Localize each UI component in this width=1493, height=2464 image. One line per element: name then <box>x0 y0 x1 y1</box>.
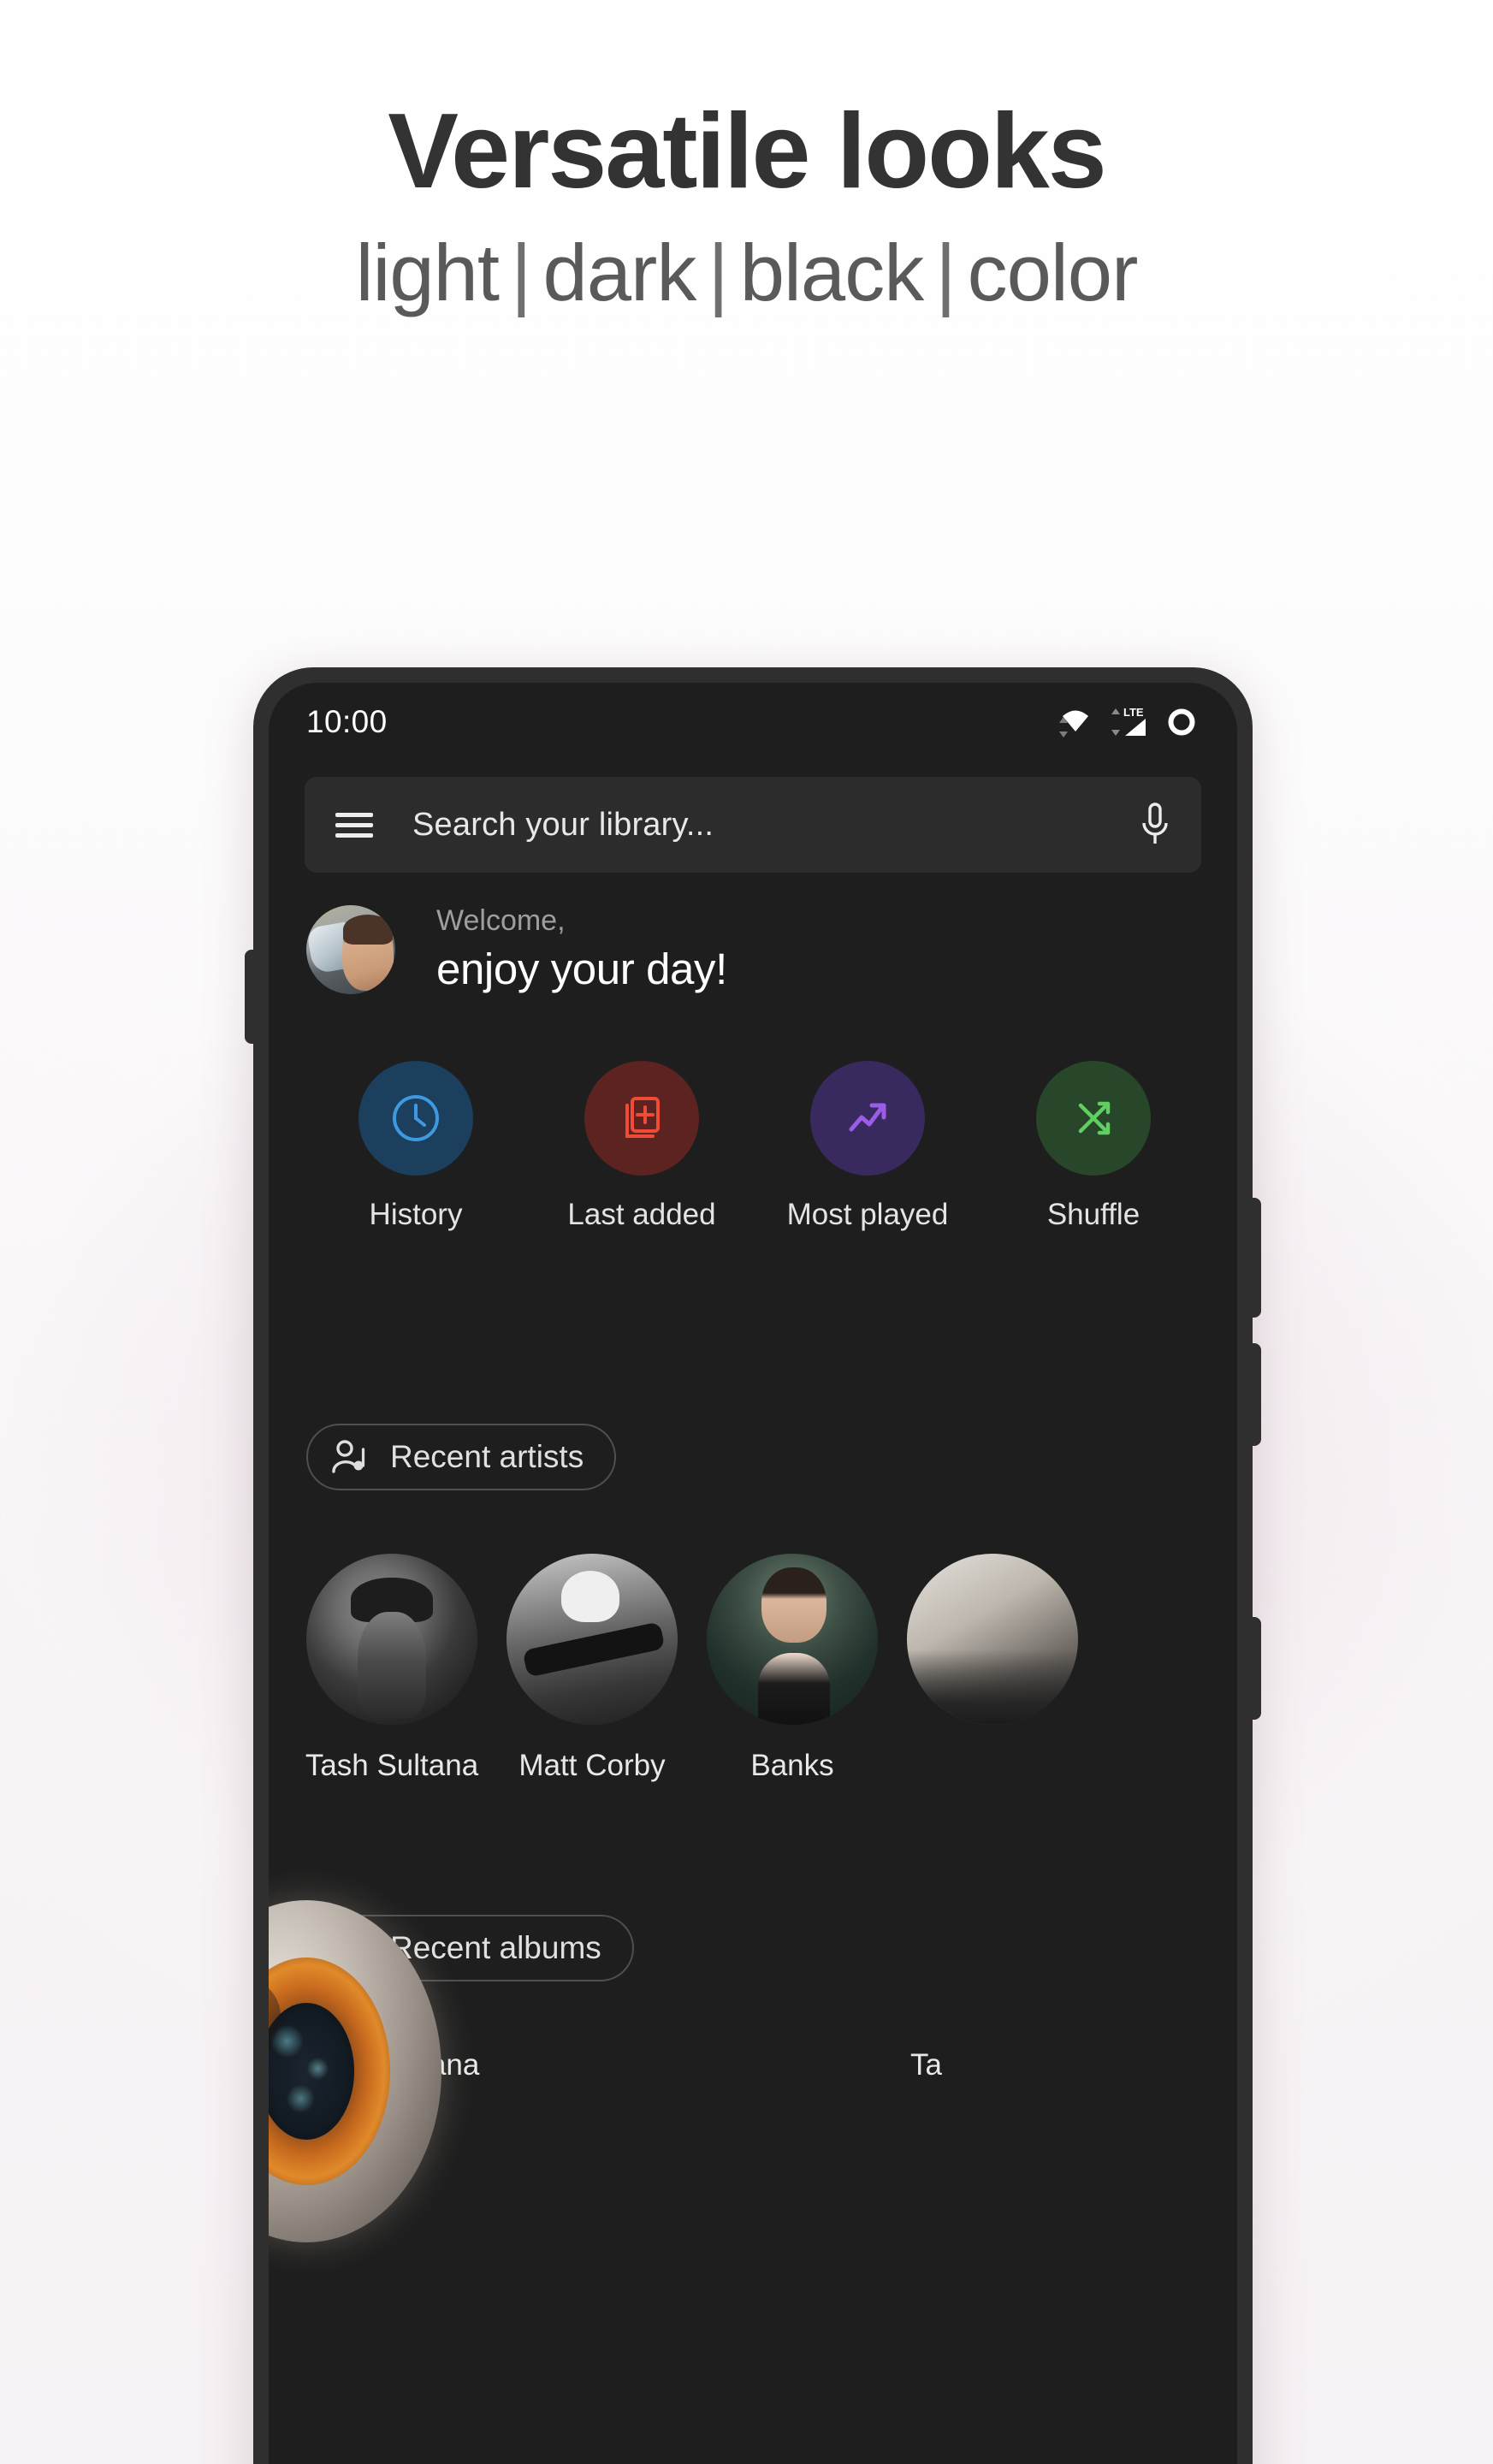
avatar[interactable] <box>306 905 395 995</box>
quick-action-last-added[interactable]: Last added <box>548 1061 736 1232</box>
artist-photo[interactable] <box>306 1554 477 1725</box>
phone-power-button[interactable] <box>1251 1198 1261 1318</box>
most-played-circle[interactable] <box>810 1061 925 1176</box>
quick-action-label: Shuffle <box>1046 1198 1140 1231</box>
phone-left-button[interactable] <box>245 950 255 1044</box>
separator-3: | <box>935 228 956 318</box>
artist-card-partial[interactable] <box>907 1554 1078 1783</box>
quick-actions: History Last added Most played Shuffle <box>306 1061 1203 1232</box>
promo-headline-block: Versatile looks light | dark | black | color <box>0 96 1493 317</box>
shuffle-circle[interactable] <box>1036 1061 1151 1176</box>
status-bar: 10:00 LTE <box>269 683 1237 761</box>
status-time: 10:00 <box>306 704 388 739</box>
artist-name: Tash Sultana <box>305 1749 479 1782</box>
microphone-icon[interactable] <box>1138 801 1172 849</box>
page-title: Versatile looks <box>388 92 1106 210</box>
trending-up-icon <box>849 1103 886 1132</box>
quick-action-history[interactable]: History <box>322 1061 510 1232</box>
history-circle[interactable] <box>358 1061 473 1176</box>
search-bar[interactable]: Search your library... <box>305 777 1201 873</box>
last-added-circle[interactable] <box>584 1061 699 1176</box>
theme-black: black <box>739 228 924 318</box>
artist-photo[interactable] <box>707 1554 878 1725</box>
album-card-partial[interactable]: Ta <box>910 2048 1237 2082</box>
phone-volume-up-button[interactable] <box>1251 1343 1261 1446</box>
album-card[interactable]: Tash Sultana <box>269 1899 886 2242</box>
search-input[interactable]: Search your library... <box>412 807 1138 844</box>
theme-dark: dark <box>542 228 696 318</box>
svg-text:LTE: LTE <box>1123 706 1144 719</box>
welcome-text: Welcome, enjoy your day! <box>436 903 727 997</box>
artist-photo[interactable] <box>507 1554 678 1725</box>
artist-card[interactable]: Banks <box>707 1554 878 1783</box>
shuffle-icon <box>1078 1101 1111 1135</box>
hamburger-menu-icon[interactable] <box>335 812 373 838</box>
quick-action-label: Most played <box>786 1198 949 1231</box>
recent-artists-row[interactable]: Tash Sultana Matt Corby Banks <box>305 1554 1237 1783</box>
lte-signal-icon: LTE <box>1111 706 1146 736</box>
artist-card[interactable]: Tash Sultana <box>305 1554 479 1783</box>
welcome-greeting: Welcome, <box>436 904 566 937</box>
artist-name: Matt Corby <box>518 1749 666 1782</box>
welcome-message: enjoy your day! <box>436 944 727 993</box>
theme-list: light | dark | black | color <box>0 228 1493 317</box>
section-label: Recent artists <box>390 1439 584 1474</box>
album-title: Ta <box>910 2048 942 2082</box>
person-music-icon <box>332 1440 365 1473</box>
phone-mockup: 10:00 LTE Search your library... Welcome… <box>245 667 1261 2464</box>
quick-action-most-played[interactable]: Most played <box>773 1061 962 1232</box>
separator-2: | <box>708 228 728 318</box>
status-icons: LTE <box>1058 705 1198 739</box>
battery-ring-icon <box>1168 708 1195 736</box>
wifi-icon <box>1059 710 1088 737</box>
quick-action-label: Last added <box>567 1198 716 1231</box>
library-add-icon <box>625 1097 660 1138</box>
artist-card[interactable]: Matt Corby <box>507 1554 678 1783</box>
phone-volume-down-button[interactable] <box>1251 1617 1261 1720</box>
section-label: Recent albums <box>390 1930 601 1965</box>
quick-action-label: History <box>369 1198 463 1231</box>
section-chip-recent-artists[interactable]: Recent artists <box>306 1424 617 1490</box>
recent-albums-row[interactable]: Tash Sultana Ta <box>269 1899 1237 2242</box>
welcome-row[interactable]: Welcome, enjoy your day! <box>306 903 727 997</box>
theme-color: color <box>967 228 1139 318</box>
theme-light: light <box>355 228 500 318</box>
separator-1: | <box>511 228 531 318</box>
phone-screen: 10:00 LTE Search your library... Welcome… <box>269 683 1237 2464</box>
clock-icon <box>393 1095 439 1141</box>
artist-name: Banks <box>750 1749 834 1782</box>
quick-action-shuffle[interactable]: Shuffle <box>999 1061 1188 1232</box>
artist-photo[interactable] <box>907 1554 1078 1725</box>
